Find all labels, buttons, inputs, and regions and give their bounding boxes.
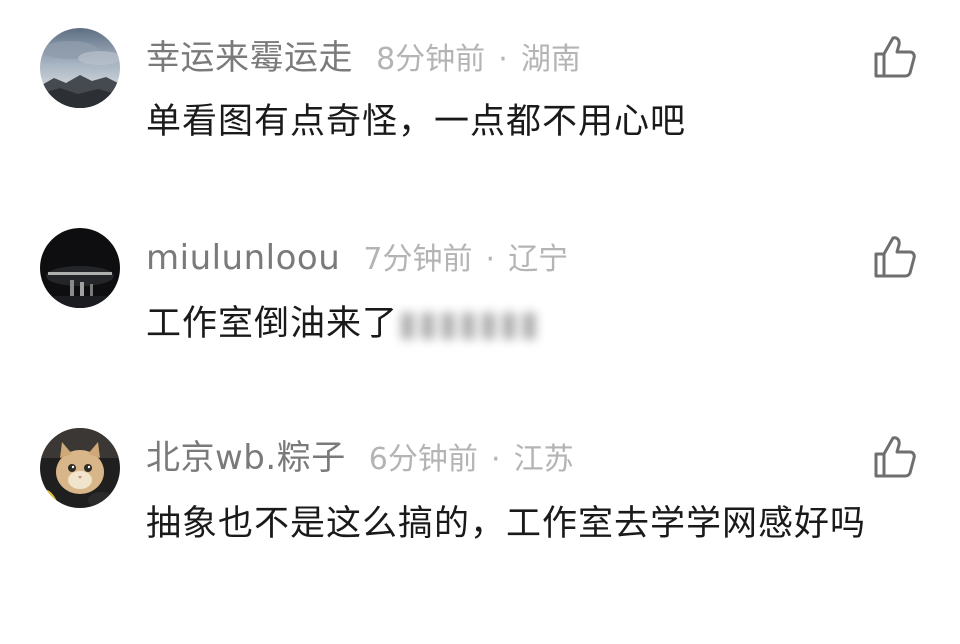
- timestamp: 8分钟前: [376, 42, 486, 77]
- comment-text-body: 抽象也不是这么搞的，工作室去学学网感好吗: [146, 504, 867, 544]
- comment-meta: 幸运来霉运走 8分钟前 · 湖南: [146, 38, 581, 78]
- separator-dot: ·: [498, 42, 508, 77]
- like-button[interactable]: [870, 32, 920, 82]
- thumbs-up-icon: [874, 36, 916, 78]
- avatar[interactable]: [40, 28, 120, 108]
- comment-text: 抽象也不是这么搞的，工作室去学学网感好吗: [146, 494, 926, 554]
- timestamp: 6分钟前: [368, 442, 478, 477]
- thumbs-up-icon: [874, 436, 916, 478]
- comment-text-body: 单看图有点奇怪，一点都不用心吧: [146, 102, 687, 142]
- comment-meta: 北京wb.粽子 6分钟前 · 江苏: [146, 438, 574, 478]
- blurred-text: ▮▮▮▮▮▮▮: [398, 304, 540, 344]
- mountain-landscape-image: [40, 28, 120, 108]
- comment-item: 幸运来霉运走 8分钟前 · 湖南 单看图有点奇怪，一点都不用心吧: [0, 0, 960, 200]
- location: 辽宁: [508, 242, 569, 277]
- username[interactable]: miulunloou: [146, 238, 340, 278]
- night-street-image: [40, 228, 120, 308]
- separator-dot: ·: [485, 242, 496, 277]
- like-button[interactable]: [870, 232, 920, 282]
- timestamp: 7分钟前: [363, 242, 473, 277]
- comment-text-body: 工作室倒油来了: [146, 304, 399, 344]
- location: 湖南: [520, 42, 581, 77]
- comment-text: 单看图有点奇怪，一点都不用心吧: [146, 92, 926, 152]
- like-button[interactable]: [870, 432, 920, 482]
- location: 江苏: [513, 442, 574, 477]
- username[interactable]: 幸运来霉运走: [146, 38, 353, 78]
- comment-item: miulunloou 7分钟前 · 辽宁 工作室倒油来了▮▮▮▮▮▮▮: [0, 200, 960, 400]
- comment-meta: miulunloou 7分钟前 · 辽宁: [146, 238, 568, 278]
- username[interactable]: 北京wb.粽子: [146, 438, 346, 478]
- comment-text: 工作室倒油来了▮▮▮▮▮▮▮: [146, 294, 926, 354]
- thumbs-up-icon: [874, 236, 916, 278]
- comment-item: 北京wb.粽子 6分钟前 · 江苏 抽象也不是这么搞的，工作室去学学网感好吗: [0, 400, 960, 644]
- cat-image: [40, 428, 120, 508]
- avatar[interactable]: [40, 428, 120, 508]
- separator-dot: ·: [490, 442, 501, 477]
- avatar[interactable]: [40, 228, 120, 308]
